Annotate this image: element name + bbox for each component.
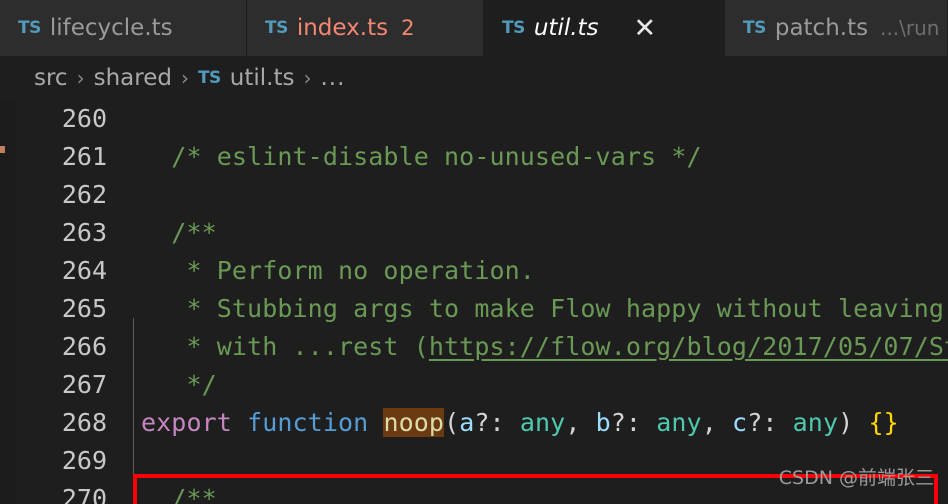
indent-guide — [133, 318, 134, 474]
code-text: export function noop(a?: any, b?: any, c… — [141, 404, 899, 442]
code-line[interactable]: 262 — [15, 176, 948, 214]
code-line[interactable]: 266 * with ...rest (https://flow.org/blo… — [15, 328, 948, 366]
code-line[interactable]: 267 */ — [15, 366, 948, 404]
code-line[interactable]: 263 /** — [15, 214, 948, 252]
editor-tab-index-ts[interactable]: TS index.ts 2 — [247, 0, 484, 56]
breadcrumb-separator-icon: › — [76, 66, 85, 90]
code-text: * Perform no operation. — [141, 252, 535, 290]
breadcrumb-item-1[interactable]: shared — [94, 65, 172, 91]
code-token: /* eslint-disable no-unused-vars */ — [141, 142, 702, 171]
overview-ruler-marker — [0, 146, 5, 153]
code-text: */ — [141, 366, 217, 404]
code-text: /* eslint-disable no-unused-vars */ — [141, 138, 702, 176]
line-number: 260 — [61, 104, 107, 133]
ts-file-icon: TS — [502, 18, 525, 38]
code-line[interactable]: 260 — [15, 100, 948, 138]
breadcrumb-separator-icon: › — [303, 66, 312, 90]
code-line[interactable]: 268 export function noop(a?: any, b?: any… — [15, 404, 948, 442]
code-token: * Stubbing args to make Flow happy witho… — [141, 294, 948, 323]
breadcrumb-item-3[interactable]: ... — [320, 65, 345, 91]
code-token: , — [701, 408, 733, 437]
code-token: any — [656, 408, 702, 437]
breadcrumb-item-2[interactable]: util.ts — [230, 65, 295, 91]
code-token: {} — [868, 408, 899, 437]
code-token: /** — [141, 484, 217, 504]
line-number: 264 — [61, 256, 107, 285]
close-icon[interactable]: ✕ — [634, 14, 657, 42]
ts-file-icon: TS — [197, 68, 221, 88]
editor-tab-patch-ts[interactable]: TS patch.ts ...\run — [725, 0, 948, 56]
editor-tab-path-suffix: ...\run — [880, 16, 940, 40]
vscode-editor-window: TS lifecycle.ts TS index.ts 2 TS util.ts ✕ TS pat… — [0, 0, 948, 504]
code-token: ) — [838, 408, 869, 437]
code-token: c — [732, 408, 748, 437]
code-token: ?: — [747, 408, 793, 437]
ts-file-icon: TS — [743, 18, 766, 38]
code-token: noop — [383, 408, 445, 437]
code-token: /** — [141, 218, 217, 247]
code-text: * with ...rest (https://flow.org/blog/20… — [141, 328, 948, 366]
code-token: */ — [141, 370, 217, 399]
code-token: ?: — [610, 408, 657, 437]
code-editor[interactable]: 260 261 /* eslint-disable no-unused-vars … — [0, 100, 948, 504]
code-token: b — [595, 408, 611, 437]
editor-tab-label: lifecycle.ts — [49, 15, 173, 41]
code-token: export — [141, 408, 232, 437]
code-line[interactable]: 261 /* eslint-disable no-unused-vars */ — [15, 138, 948, 176]
code-text: /** — [141, 480, 217, 504]
line-number: 269 — [61, 446, 107, 475]
editor-tab-error-count-badge: 2 — [401, 16, 415, 40]
code-token[interactable]: https://flow.org/blog/2017/05/07/Str — [429, 332, 948, 361]
csdn-watermark: CSDN @前端张三 — [778, 467, 934, 489]
line-number: 263 — [61, 218, 107, 247]
line-number: 261 — [61, 142, 107, 171]
code-token: any — [792, 408, 839, 437]
code-text: /** — [141, 214, 217, 252]
code-line[interactable]: 264 * Perform no operation. — [15, 252, 948, 290]
code-text: * Stubbing args to make Flow happy witho… — [141, 290, 948, 328]
editor-tab-label: patch.ts — [774, 15, 869, 41]
editor-tab-util-ts[interactable]: TS util.ts ✕ — [484, 0, 725, 56]
code-token: any — [519, 408, 566, 437]
code-token: a — [459, 408, 475, 437]
code-token: ?: — [474, 408, 520, 437]
editor-tab-label: util.ts — [533, 15, 599, 41]
editor-tab-label: index.ts — [296, 15, 389, 41]
editor-tab-bar: TS lifecycle.ts TS index.ts 2 TS util.ts ✕ TS pat… — [0, 0, 948, 56]
line-number: 262 — [61, 180, 107, 209]
code-token: , — [565, 408, 596, 437]
code-token: * Perform no operation. — [141, 256, 535, 285]
line-number: 268 — [61, 408, 107, 437]
breadcrumb-separator-icon: › — [180, 66, 189, 90]
editor-tab-lifecycle-ts[interactable]: TS lifecycle.ts — [0, 0, 247, 56]
code-line[interactable]: 265 * Stubbing args to make Flow happy w… — [15, 290, 948, 328]
breadcrumb-item-0[interactable]: src — [34, 65, 68, 91]
ts-file-icon: TS — [18, 18, 41, 38]
line-number: 266 — [61, 332, 107, 361]
code-token: ( — [444, 408, 460, 437]
line-number: 265 — [61, 294, 107, 323]
overview-ruler[interactable] — [0, 100, 15, 504]
code-token: function — [247, 408, 369, 437]
line-number: 270 — [61, 484, 107, 504]
code-lines-container[interactable]: 260 261 /* eslint-disable no-unused-vars … — [15, 100, 948, 504]
breadcrumb: src › shared › TS util.ts ›... — [0, 56, 948, 100]
ts-file-icon: TS — [265, 18, 288, 38]
line-number: 267 — [61, 370, 107, 399]
code-token: * with ...rest ( — [141, 332, 429, 361]
